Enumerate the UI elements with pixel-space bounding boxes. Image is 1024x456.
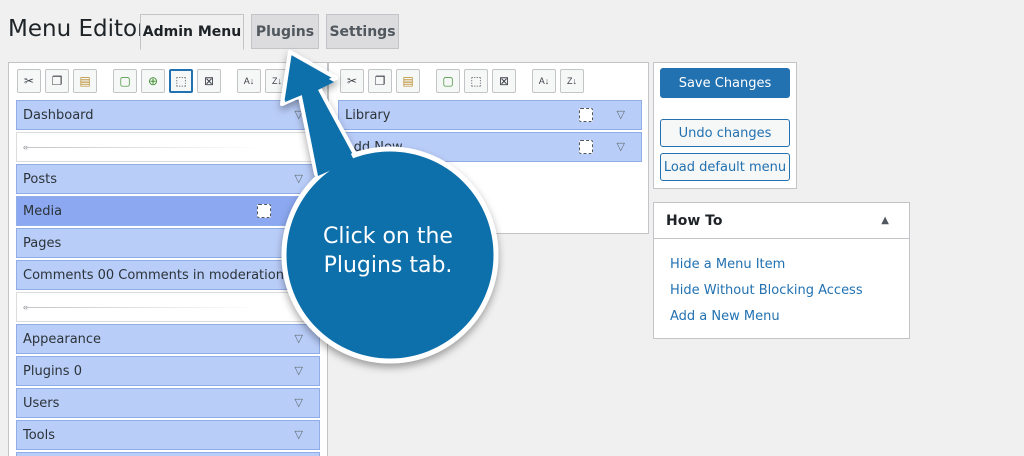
howto-link-hide-without-blocking[interactable]: Hide Without Blocking Access	[670, 283, 863, 298]
menu-separator[interactable]: «	[16, 292, 320, 322]
sort-asc-icon[interactable]: A↓	[237, 69, 261, 93]
copy-icon[interactable]: ❐	[45, 69, 69, 93]
new-item-icon[interactable]: ▢	[436, 69, 460, 93]
menu-item-media[interactable]: Media	[16, 196, 320, 226]
menu-item-pages[interactable]: Pages	[16, 228, 320, 258]
undo-changes-button[interactable]: Undo changes	[660, 119, 790, 147]
chevron-down-icon[interactable]: ▽	[295, 428, 303, 441]
submenu-item-add-new[interactable]: Add New ▽	[338, 132, 642, 162]
left-toolbar: ✂ ❐ ▤ ▢ ⊕ ⬚ ⊠ A↓ Z↓	[17, 69, 289, 93]
tab-label: Plugins	[255, 23, 315, 40]
sort-asc-icon[interactable]: A↓	[532, 69, 556, 93]
hide-icon[interactable]: ⬚	[464, 69, 488, 93]
hidden-marker-icon	[579, 140, 593, 154]
cut-icon[interactable]: ✂	[340, 69, 364, 93]
callout-text: Click on the Plugins tab.	[290, 222, 486, 280]
howto-panel: How To ▲ Hide a Menu Item Hide Without B…	[653, 202, 910, 339]
menu-item-label: Appearance	[23, 331, 102, 347]
menu-item-partial[interactable]	[16, 452, 320, 456]
menu-item-label: Users	[23, 395, 60, 411]
chevron-down-icon[interactable]: ▽	[295, 108, 303, 121]
delete-icon[interactable]: ⊠	[492, 69, 516, 93]
menu-item-dashboard[interactable]: Dashboard ▽	[16, 100, 320, 130]
paste-icon[interactable]: ▤	[73, 69, 97, 93]
menu-item-label: Tools	[23, 427, 56, 443]
callout-line-1: Click on the	[323, 224, 453, 249]
collapse-caret-icon[interactable]: ▲	[881, 215, 889, 226]
chevron-down-icon[interactable]: ▽	[295, 396, 303, 409]
menu-item-label: Add New	[345, 139, 403, 155]
tab-settings[interactable]: Settings	[326, 14, 399, 49]
new-item-icon[interactable]: ▢	[113, 69, 137, 93]
chevron-down-icon[interactable]: ▽	[295, 332, 303, 345]
menu-item-label: Library	[345, 107, 391, 123]
menu-item-posts[interactable]: Posts ▽	[16, 164, 320, 194]
load-default-menu-button[interactable]: Load default menu	[660, 153, 790, 181]
menu-item-comments[interactable]: Comments 00 Comments in moderation	[16, 260, 320, 290]
save-changes-button[interactable]: Save Changes	[660, 68, 790, 98]
howto-link-hide-item[interactable]: Hide a Menu Item	[670, 257, 785, 272]
hidden-marker-icon	[579, 108, 593, 122]
menu-item-label: Posts	[23, 171, 57, 187]
tab-admin-menu[interactable]: Admin Menu	[140, 14, 244, 50]
callout-line-2: Plugins tab.	[323, 253, 453, 278]
menu-item-label: Media	[23, 203, 63, 219]
delete-icon[interactable]: ⊠	[197, 69, 221, 93]
tab-plugins[interactable]: Plugins	[251, 14, 319, 49]
copy-icon[interactable]: ❐	[368, 69, 392, 93]
sort-desc-icon[interactable]: Z↓	[560, 69, 584, 93]
menu-item-label: Pages	[23, 235, 62, 251]
right-toolbar: ✂ ❐ ▤ ▢ ⬚ ⊠ A↓ Z↓	[340, 69, 584, 93]
menu-item-plugins[interactable]: Plugins 0 ▽	[16, 356, 320, 386]
menu-item-label: Plugins 0	[23, 363, 82, 379]
chevron-down-icon[interactable]: ▽	[295, 364, 303, 377]
chevron-down-icon[interactable]: ▽	[295, 172, 303, 185]
howto-title: How To	[666, 212, 723, 229]
menu-separator[interactable]: «	[16, 132, 320, 162]
new-separator-icon[interactable]: ⊕	[141, 69, 165, 93]
menu-item-users[interactable]: Users ▽	[16, 388, 320, 418]
hide-icon[interactable]: ⬚	[169, 69, 193, 93]
chevron-down-icon[interactable]: ▽	[617, 108, 625, 121]
menu-item-label: Comments 00 Comments in moderation	[23, 267, 284, 283]
menu-item-label: Dashboard	[23, 107, 94, 123]
menu-item-tools[interactable]: Tools ▽	[16, 420, 320, 450]
chevron-down-icon[interactable]: ▽	[617, 140, 625, 153]
page-title: Menu Editor	[8, 16, 147, 42]
howto-header[interactable]: How To ▲	[654, 203, 909, 239]
sort-desc-icon[interactable]: Z↓	[265, 69, 289, 93]
paste-icon[interactable]: ▤	[396, 69, 420, 93]
menu-item-appearance[interactable]: Appearance ▽	[16, 324, 320, 354]
howto-link-add-menu[interactable]: Add a New Menu	[670, 309, 780, 324]
cut-icon[interactable]: ✂	[17, 69, 41, 93]
hidden-marker-icon	[257, 204, 271, 218]
tab-label: Settings	[329, 23, 396, 40]
submenu-item-library[interactable]: Library ▽	[338, 100, 642, 130]
tab-label: Admin Menu	[142, 24, 242, 40]
